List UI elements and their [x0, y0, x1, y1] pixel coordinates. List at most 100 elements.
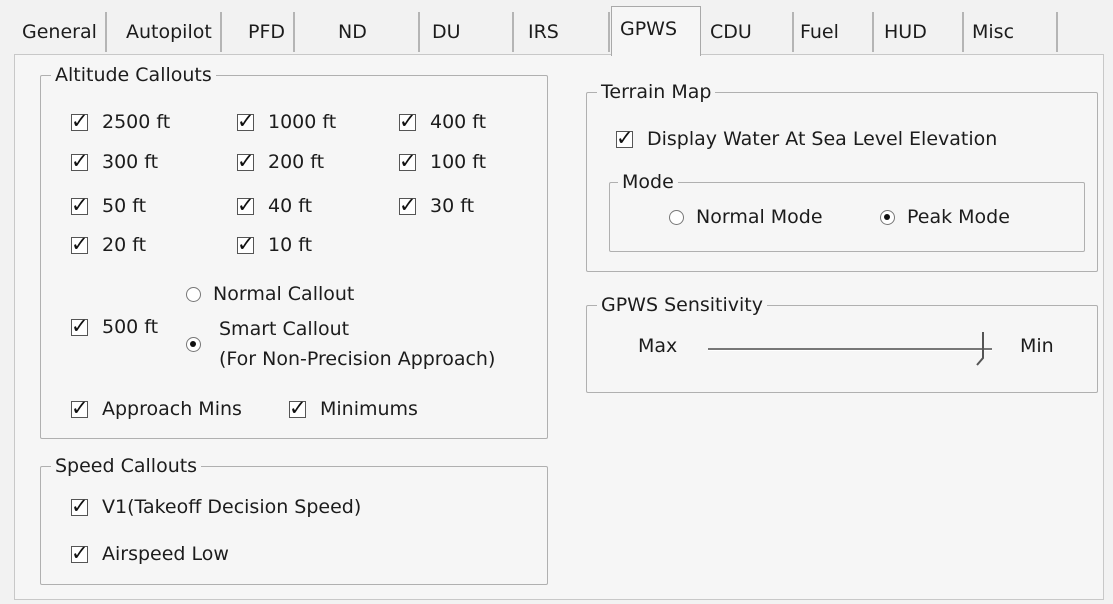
checkbox-box[interactable]: ✓ [71, 232, 89, 256]
checkbox-20ft[interactable]: ✓ 20 ft [71, 232, 146, 258]
checkbox-box[interactable]: ✓ [71, 193, 89, 217]
checkbox-minimums[interactable]: ✓ Minimums [289, 396, 418, 422]
checkbox-label: 50 ft [102, 195, 147, 217]
radio-peak-mode[interactable]: Peak Mode [880, 204, 1010, 230]
radio-selected-dot [884, 213, 890, 220]
checkbox-label: 1000 ft [268, 111, 337, 133]
checkbox-box[interactable]: ✓ [71, 314, 89, 338]
check-icon: ✓ [71, 395, 89, 420]
smart-callout-sublabel: (For Non-Precision Approach) [219, 348, 496, 370]
checkbox-label: V1(Takeoff Decision Speed) [102, 496, 362, 518]
sensitivity-min-label: Min [1020, 335, 1054, 357]
radio-circle[interactable] [669, 209, 684, 225]
checkbox-box[interactable]: ✓ [399, 109, 417, 133]
checkbox-400ft[interactable]: ✓ 400 ft [399, 109, 486, 135]
check-icon: ✓ [237, 231, 255, 256]
checkbox-box[interactable]: ✓ [71, 494, 89, 518]
checkbox-300ft[interactable]: ✓ 300 ft [71, 149, 158, 175]
radio-smart-callout[interactable] [186, 331, 213, 357]
checkbox-label: 300 ft [102, 151, 159, 173]
check-icon: ✓ [237, 108, 255, 133]
terrain-map-title: Terrain Map [597, 80, 716, 104]
tab-fuel[interactable]: Fuel [792, 12, 874, 52]
checkbox-box[interactable]: ✓ [237, 149, 255, 173]
tab-irs[interactable]: IRS [520, 12, 610, 52]
check-icon: ✓ [237, 148, 255, 173]
mode-title: Mode [618, 170, 678, 194]
check-icon: ✓ [399, 192, 417, 217]
radio-normal-mode[interactable]: Normal Mode [669, 204, 823, 230]
checkbox-40ft[interactable]: ✓ 40 ft [237, 193, 312, 219]
radio-circle[interactable] [186, 286, 201, 302]
checkbox-label: 40 ft [268, 195, 313, 217]
checkbox-box[interactable]: ✓ [616, 126, 634, 150]
tab-gpws[interactable]: GPWS [611, 6, 701, 56]
tab-pfd[interactable]: PFD [240, 12, 296, 52]
sensitivity-slider-thumb[interactable] [974, 330, 988, 366]
checkbox-label: 400 ft [430, 111, 487, 133]
checkbox-label: 100 ft [430, 151, 487, 173]
check-icon: ✓ [399, 148, 417, 173]
check-icon: ✓ [71, 493, 89, 518]
tab-hud[interactable]: HUD [876, 12, 964, 52]
checkbox-box[interactable]: ✓ [71, 149, 89, 173]
check-icon: ✓ [71, 540, 89, 565]
tab-misc[interactable]: Misc [964, 12, 1058, 52]
checkbox-label: 500 ft [102, 316, 159, 338]
radio-label: Normal Mode [696, 206, 823, 228]
radio-circle[interactable] [880, 209, 895, 225]
checkbox-box[interactable]: ✓ [237, 109, 255, 133]
checkbox-label: Minimums [320, 398, 418, 420]
checkbox-box[interactable]: ✓ [71, 109, 89, 133]
check-icon: ✓ [399, 108, 417, 133]
radio-label: Normal Callout [213, 283, 355, 305]
check-icon: ✓ [71, 192, 89, 217]
checkbox-box[interactable]: ✓ [399, 193, 417, 217]
smart-callout-label: Smart Callout [219, 318, 350, 340]
checkbox-1000ft[interactable]: ✓ 1000 ft [237, 109, 336, 135]
checkbox-200ft[interactable]: ✓ 200 ft [237, 149, 324, 175]
checkbox-display-water[interactable]: ✓ Display Water At Sea Level Elevation [616, 126, 997, 152]
checkbox-10ft[interactable]: ✓ 10 ft [237, 232, 312, 258]
checkbox-label: Approach Mins [102, 398, 242, 420]
checkbox-airspeed-low[interactable]: ✓ Airspeed Low [71, 541, 229, 567]
checkbox-500ft[interactable]: ✓ 500 ft [71, 314, 158, 340]
checkbox-label: 200 ft [268, 151, 325, 173]
checkbox-2500ft[interactable]: ✓ 2500 ft [71, 109, 170, 135]
checkbox-box[interactable]: ✓ [237, 193, 255, 217]
checkbox-100ft[interactable]: ✓ 100 ft [399, 149, 486, 175]
checkbox-box[interactable]: ✓ [71, 541, 89, 565]
tab-strip: General Autopilot PFD ND DU IRS GPWS CDU… [14, 6, 1104, 56]
tab-autopilot[interactable]: Autopilot [118, 12, 222, 52]
check-icon: ✓ [289, 395, 307, 420]
tab-nd[interactable]: ND [330, 12, 420, 52]
checkbox-box[interactable]: ✓ [399, 149, 417, 173]
checkbox-30ft[interactable]: ✓ 30 ft [399, 193, 474, 219]
radio-circle[interactable] [186, 336, 201, 352]
checkbox-50ft[interactable]: ✓ 50 ft [71, 193, 146, 219]
altitude-callouts-title: Altitude Callouts [51, 63, 216, 87]
speed-callouts-group: Speed Callouts [40, 454, 548, 585]
checkbox-label: Display Water At Sea Level Elevation [647, 128, 998, 150]
radio-normal-callout[interactable]: Normal Callout [186, 281, 354, 307]
checkbox-box[interactable]: ✓ [71, 396, 89, 420]
tab-cdu[interactable]: CDU [702, 12, 794, 52]
checkbox-box[interactable]: ✓ [237, 232, 255, 256]
check-icon: ✓ [237, 192, 255, 217]
check-icon: ✓ [71, 108, 89, 133]
check-icon: ✓ [71, 231, 89, 256]
checkbox-label: Airspeed Low [102, 543, 229, 565]
tab-du[interactable]: DU [424, 12, 514, 52]
checkbox-approach-mins[interactable]: ✓ Approach Mins [71, 396, 242, 422]
checkbox-label: 10 ft [268, 234, 313, 256]
radio-label: Peak Mode [907, 206, 1010, 228]
checkbox-v1[interactable]: ✓ V1(Takeoff Decision Speed) [71, 494, 361, 520]
speed-callouts-title: Speed Callouts [51, 454, 202, 478]
sensitivity-slider-track[interactable] [708, 348, 992, 351]
checkbox-label: 2500 ft [102, 111, 171, 133]
tab-general[interactable]: General [14, 12, 107, 52]
sensitivity-max-label: Max [638, 335, 678, 357]
checkbox-box[interactable]: ✓ [289, 396, 307, 420]
gpws-sensitivity-title: GPWS Sensitivity [597, 293, 767, 317]
radio-selected-dot [190, 340, 196, 347]
